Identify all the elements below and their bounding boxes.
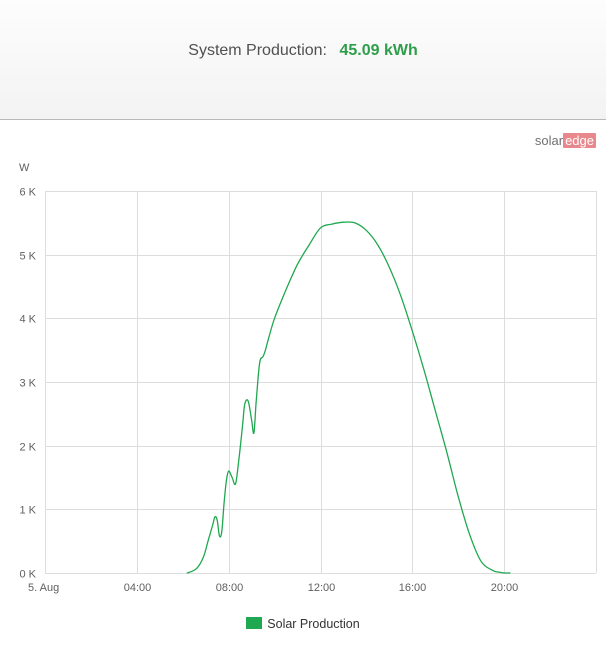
y-tick-label: 6 K xyxy=(19,187,36,199)
x-tick-label: 16:00 xyxy=(399,582,427,594)
x-axis-ticks: 5. Aug 04:00 08:00 12:00 16:00 20:00 xyxy=(28,582,518,594)
x-tick-label: 12:00 xyxy=(308,582,336,594)
y-tick-label: 4 K xyxy=(19,314,36,326)
y-tick-label: 5 K xyxy=(19,251,36,263)
production-chart: W 0 K 1 K 2 K 3 K 4 K 5 K 6 K 5. Aug 04:00 08:00… xyxy=(19,162,597,594)
series-layer xyxy=(186,221,511,574)
series-line-solar-production[interactable] xyxy=(186,221,511,574)
y-tick-label: 1 K xyxy=(19,505,36,517)
y-tick-label: 3 K xyxy=(19,378,36,390)
x-tick-label: 20:00 xyxy=(491,582,519,594)
y-axis-ticks: 0 K 1 K 2 K 3 K 4 K 5 K 6 K xyxy=(19,187,36,581)
y-tick-label: 0 K xyxy=(19,569,36,581)
x-tick-label: 04:00 xyxy=(124,582,152,594)
x-tick-label: 08:00 xyxy=(216,582,244,594)
chart-legend[interactable]: Solar Production xyxy=(0,617,606,631)
y-axis-label: W xyxy=(19,162,30,174)
y-tick-label: 2 K xyxy=(19,442,36,454)
legend-swatch-solar-production xyxy=(246,617,263,629)
legend-label-solar-production: Solar Production xyxy=(267,617,360,631)
x-tick-label: 5. Aug xyxy=(28,582,59,594)
chart-grid xyxy=(45,191,597,574)
